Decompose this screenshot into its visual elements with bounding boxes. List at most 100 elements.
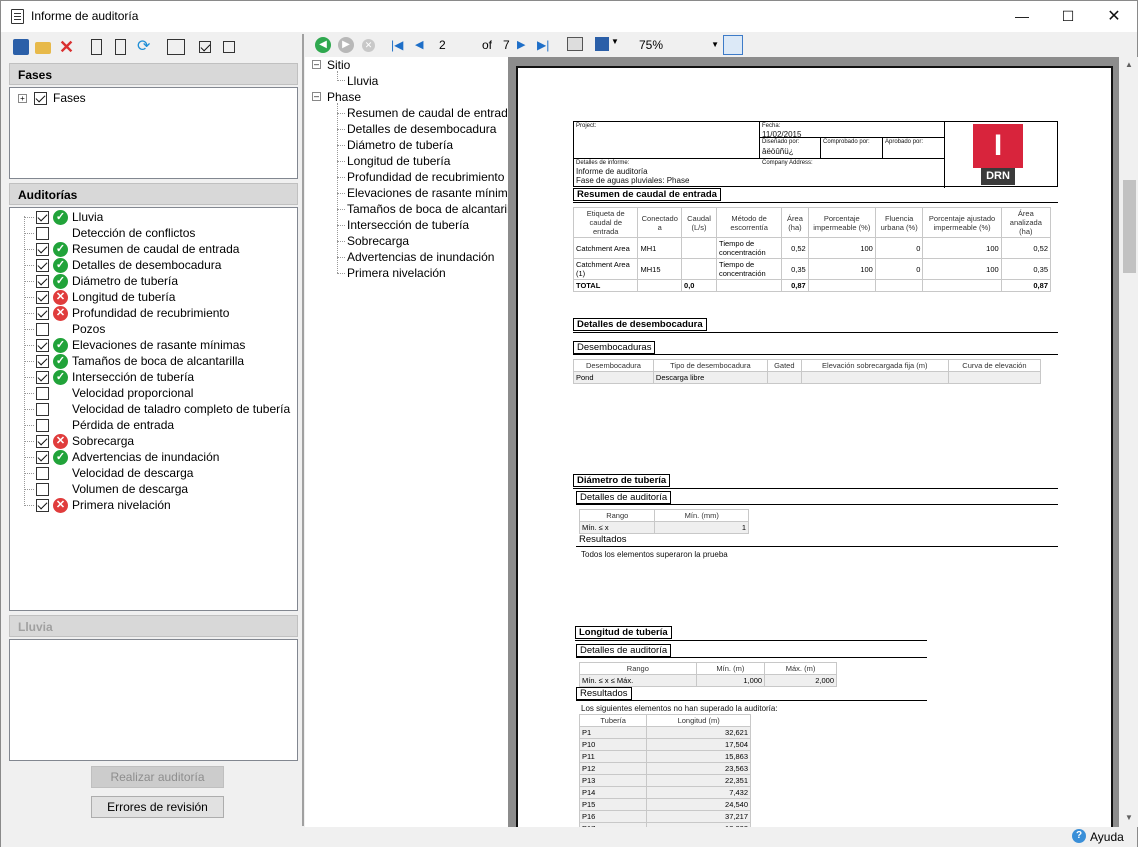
table-cell: 7,432 [646,786,751,799]
nav-phase-child[interactable]: Sobrecarga [347,234,409,248]
review-errors-button[interactable]: Errores de revisión [91,796,224,818]
audit-item[interactable]: ✓ Resumen de caudal de entrada [32,242,292,258]
audit-item[interactable]: ✓ Intersección de tubería [32,370,292,386]
check-all-icon[interactable] [199,41,211,53]
audit-checkbox[interactable] [36,387,49,400]
nav-phase-child[interactable]: Primera nivelación [347,266,446,280]
audit-checkbox[interactable] [36,339,49,352]
audit-item[interactable]: ✓ Elevaciones de rasante mínimas [32,338,292,354]
audit-checkbox[interactable] [36,307,49,320]
report-list-icon[interactable] [115,39,126,55]
close-button[interactable]: ✕ [1091,1,1137,32]
expand-icon[interactable]: + [18,94,27,103]
save-icon[interactable] [13,39,29,55]
first-page-icon[interactable]: |◀ [391,37,407,53]
phases-tree-item[interactable]: + Fases [18,91,218,107]
audits-header: Auditorías [9,183,298,205]
nav-phase-child[interactable]: Resumen de caudal de entrada [347,106,514,120]
nav-phase-child[interactable]: Intersección de tubería [347,218,469,232]
nav-site-child[interactable]: Lluvia [347,74,378,88]
audit-checkbox[interactable] [36,355,49,368]
audit-checkbox[interactable] [36,227,49,240]
audit-checkbox[interactable] [36,451,49,464]
audit-checkbox[interactable] [36,467,49,480]
book-icon[interactable] [167,39,185,55]
audit-checkbox[interactable] [36,211,49,224]
table-header-cell: Máx. (m) [764,662,837,675]
audit-checkbox[interactable] [36,499,49,512]
splitter[interactable] [302,34,304,826]
audit-checkbox[interactable] [36,403,49,416]
nav-phase-child[interactable]: Tamaños de boca de alcantarilla [347,202,519,216]
open-folder-icon[interactable] [35,42,51,54]
table-header-cell: Tubería [578,714,648,727]
audit-item[interactable]: Velocidad de descarga [32,466,292,482]
audit-item[interactable]: ✓ Tamaños de boca de alcantarilla [32,354,292,370]
phases-checkbox[interactable] [34,92,47,105]
last-page-icon[interactable]: ▶| [537,37,553,53]
export-dropdown-icon[interactable]: ▼ [611,37,619,46]
audit-item[interactable]: ✕ Longitud de tubería [32,290,292,306]
collapse-phase-icon[interactable]: – [312,92,321,101]
report-page: Project: Fecha: 11/02/2015 Diseñado por:… [516,66,1113,827]
forward-icon[interactable]: ▶ [338,37,354,53]
audit-item[interactable]: ✕ Sobrecarga [32,434,292,450]
prev-page-icon[interactable]: ◀ [415,37,431,53]
nav-phase-child[interactable]: Detalles de desembocadura [347,122,496,136]
print-icon[interactable] [567,37,583,51]
fail-icon: ✕ [53,306,68,321]
nav-phase-child[interactable]: Advertencias de inundación [347,250,494,264]
nav-phase[interactable]: Phase [327,90,361,104]
audit-checkbox[interactable] [36,259,49,272]
help-link[interactable]: Ayuda [1090,830,1124,844]
table-cell: 0,35 [1000,258,1052,280]
minimize-button[interactable]: — [999,1,1045,32]
viewer-scrollbar[interactable]: ▲ ▼ [1121,57,1138,827]
nav-phase-child[interactable]: Diámetro de tubería [347,138,453,152]
audit-item[interactable]: ✓ Diámetro de tubería [32,274,292,290]
nav-phase-child[interactable]: Longitud de tubería [347,154,450,168]
audit-item[interactable]: Pérdida de entrada [32,418,292,434]
nav-site[interactable]: Sitio [327,58,350,72]
audit-item[interactable]: ✓ Advertencias de inundación [32,450,292,466]
audit-checkbox[interactable] [36,371,49,384]
delete-icon[interactable]: ✕ [59,38,75,56]
audit-checkbox[interactable] [36,419,49,432]
collapse-site-icon[interactable]: – [312,60,321,69]
audit-item[interactable]: ✓ Lluvia [32,210,292,226]
nav-phase-child[interactable]: Elevaciones de rasante mínimas [347,186,520,200]
chevron-down-icon: ▼ [711,40,719,49]
audit-item[interactable]: Volumen de descarga [32,482,292,498]
report-page-icon[interactable] [91,39,102,55]
audit-item[interactable]: Pozos [32,322,292,338]
audit-checkbox[interactable] [36,323,49,336]
help-icon[interactable]: ? [1072,829,1086,843]
audit-checkbox[interactable] [36,435,49,448]
toggle-tree-icon[interactable] [723,35,743,55]
audit-checkbox[interactable] [36,483,49,496]
stop-icon[interactable]: ✕ [362,39,375,52]
nav-phase-child[interactable]: Profundidad de recubrimiento [347,170,504,184]
audit-checkbox[interactable] [36,291,49,304]
audit-checkbox[interactable] [36,243,49,256]
audit-item[interactable]: ✓ Detalles de desembocadura [32,258,292,274]
audit-item[interactable]: Velocidad proporcional [32,386,292,402]
audit-item[interactable]: ✕ Primera nivelación [32,498,292,514]
next-page-icon[interactable]: ▶ [517,37,533,53]
audit-checkbox[interactable] [36,275,49,288]
audit-item[interactable]: ✕ Profundidad de recubrimiento [32,306,292,322]
audit-item[interactable]: Detección de conflictos [32,226,292,242]
back-icon[interactable]: ◀ [315,37,331,53]
run-audit-button[interactable]: Realizar auditoría [91,766,224,788]
refresh-icon[interactable]: ⟳ [137,39,153,55]
table-cell: 100 [922,237,1002,259]
table-cell: 1,000 [695,674,766,687]
left-toolbar: ✕ ⟳ [7,34,297,60]
page-number-input[interactable]: 2 [435,36,475,54]
export-icon[interactable] [595,37,609,51]
audit-item[interactable]: Velocidad de taladro completo de tubería [32,402,292,418]
zoom-select[interactable]: 75% ▼ [635,36,719,54]
uncheck-all-icon[interactable] [223,41,235,53]
scrollbar-thumb[interactable] [1123,180,1136,273]
maximize-button[interactable]: ☐ [1045,1,1091,32]
